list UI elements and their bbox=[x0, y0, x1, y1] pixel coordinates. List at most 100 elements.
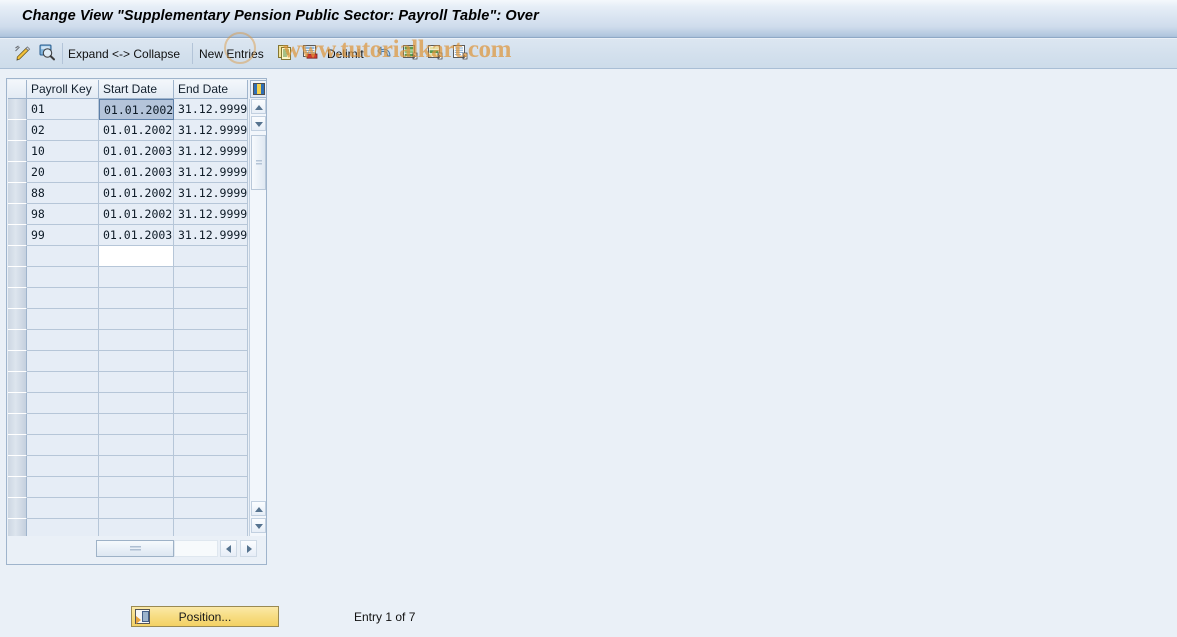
cell-payroll-key[interactable] bbox=[27, 267, 99, 288]
row-selector[interactable] bbox=[8, 225, 27, 246]
cell-payroll-key[interactable] bbox=[27, 246, 99, 267]
table-row[interactable] bbox=[8, 246, 248, 267]
column-settings-icon[interactable] bbox=[250, 80, 267, 98]
cell-start-date[interactable] bbox=[99, 351, 174, 372]
cell-end-date[interactable]: 31.12.9999 bbox=[174, 162, 248, 183]
table-row[interactable]: 02 01.01.2002 31.12.9999 bbox=[8, 120, 248, 141]
cell-end-date[interactable] bbox=[174, 435, 248, 456]
cell-start-date[interactable] bbox=[99, 435, 174, 456]
cell-end-date[interactable]: 31.12.9999 bbox=[174, 183, 248, 204]
cell-payroll-key[interactable] bbox=[27, 393, 99, 414]
delete-button[interactable] bbox=[302, 39, 319, 68]
table-row[interactable] bbox=[8, 435, 248, 456]
display-change-button[interactable] bbox=[14, 39, 32, 68]
row-selector[interactable] bbox=[8, 183, 27, 204]
cell-end-date[interactable] bbox=[174, 372, 248, 393]
deselect-all-button[interactable] bbox=[452, 39, 469, 68]
scroll-down-button[interactable] bbox=[251, 116, 266, 131]
row-selector[interactable] bbox=[8, 498, 27, 519]
hscroll-thumb[interactable] bbox=[96, 540, 174, 557]
table-row[interactable] bbox=[8, 267, 248, 288]
column-header-start-date[interactable]: Start Date bbox=[99, 80, 174, 99]
cell-payroll-key[interactable] bbox=[27, 414, 99, 435]
table-row[interactable]: 01 01.01.2002 31.12.9999 bbox=[8, 99, 248, 120]
table-row[interactable]: 88 01.01.2002 31.12.9999 bbox=[8, 183, 248, 204]
cell-end-date[interactable] bbox=[174, 330, 248, 351]
table-vertical-scrollbar[interactable] bbox=[249, 99, 266, 555]
cell-payroll-key[interactable]: 01 bbox=[27, 99, 99, 120]
expand-collapse-button[interactable]: Expand <-> Collapse bbox=[68, 39, 180, 68]
cell-start-date[interactable] bbox=[99, 477, 174, 498]
column-header-select[interactable] bbox=[8, 80, 27, 99]
cell-end-date[interactable]: 31.12.9999 bbox=[174, 204, 248, 225]
cell-end-date[interactable]: 31.12.9999 bbox=[174, 141, 248, 162]
row-selector[interactable] bbox=[8, 372, 27, 393]
table-row[interactable] bbox=[8, 456, 248, 477]
scroll-thumb[interactable] bbox=[251, 135, 266, 190]
cell-start-date[interactable]: 01.01.2003 bbox=[99, 162, 174, 183]
cell-payroll-key[interactable]: 88 bbox=[27, 183, 99, 204]
table-row[interactable] bbox=[8, 309, 248, 330]
row-selector[interactable] bbox=[8, 204, 27, 225]
cell-start-date[interactable] bbox=[99, 288, 174, 309]
cell-end-date[interactable]: 31.12.9999 bbox=[174, 225, 248, 246]
row-selector[interactable] bbox=[8, 330, 27, 351]
column-header-payroll-key[interactable]: Payroll Key bbox=[27, 80, 99, 99]
scroll-up-button[interactable] bbox=[251, 99, 266, 114]
table-row[interactable]: 10 01.01.2003 31.12.9999 bbox=[8, 141, 248, 162]
cell-payroll-key[interactable] bbox=[27, 477, 99, 498]
cell-end-date[interactable] bbox=[174, 246, 248, 267]
row-selector[interactable] bbox=[8, 267, 27, 288]
cell-payroll-key[interactable] bbox=[27, 351, 99, 372]
table-horizontal-scrollbar[interactable] bbox=[8, 536, 266, 563]
row-selector[interactable] bbox=[8, 456, 27, 477]
cell-end-date[interactable] bbox=[174, 498, 248, 519]
row-selector[interactable] bbox=[8, 393, 27, 414]
cell-start-date[interactable]: 01.01.2002 bbox=[99, 99, 174, 120]
table-row[interactable]: 99 01.01.2003 31.12.9999 bbox=[8, 225, 248, 246]
cell-payroll-key[interactable] bbox=[27, 456, 99, 477]
cell-payroll-key[interactable]: 99 bbox=[27, 225, 99, 246]
cell-start-date[interactable]: 01.01.2003 bbox=[99, 225, 174, 246]
cell-start-date[interactable] bbox=[99, 372, 174, 393]
new-entries-button[interactable]: New Entries bbox=[199, 39, 264, 68]
cell-payroll-key[interactable]: 02 bbox=[27, 120, 99, 141]
row-selector[interactable] bbox=[8, 141, 27, 162]
hscroll-track[interactable] bbox=[174, 540, 218, 557]
cell-end-date[interactable] bbox=[174, 414, 248, 435]
cell-start-date[interactable] bbox=[99, 498, 174, 519]
row-selector[interactable] bbox=[8, 351, 27, 372]
table-row[interactable] bbox=[8, 393, 248, 414]
cell-payroll-key[interactable]: 20 bbox=[27, 162, 99, 183]
cell-payroll-key[interactable] bbox=[27, 435, 99, 456]
row-selector[interactable] bbox=[8, 309, 27, 330]
row-selector[interactable] bbox=[8, 120, 27, 141]
cell-start-date[interactable] bbox=[99, 246, 174, 267]
scroll-right-button[interactable] bbox=[240, 540, 257, 557]
cell-payroll-key[interactable] bbox=[27, 372, 99, 393]
cell-start-date[interactable]: 01.01.2002 bbox=[99, 183, 174, 204]
row-selector[interactable] bbox=[8, 435, 27, 456]
cell-end-date[interactable] bbox=[174, 456, 248, 477]
row-selector[interactable] bbox=[8, 288, 27, 309]
cell-end-date[interactable] bbox=[174, 288, 248, 309]
row-selector[interactable] bbox=[8, 414, 27, 435]
undo-button[interactable] bbox=[377, 39, 394, 68]
table-row[interactable]: 98 01.01.2002 31.12.9999 bbox=[8, 204, 248, 225]
row-selector[interactable] bbox=[8, 99, 27, 120]
cell-end-date[interactable] bbox=[174, 309, 248, 330]
cell-start-date[interactable] bbox=[99, 414, 174, 435]
select-block-button[interactable] bbox=[427, 39, 444, 68]
cell-end-date[interactable] bbox=[174, 477, 248, 498]
cell-end-date[interactable] bbox=[174, 351, 248, 372]
cell-start-date[interactable] bbox=[99, 330, 174, 351]
page-up-button[interactable] bbox=[251, 501, 266, 516]
cell-end-date[interactable] bbox=[174, 393, 248, 414]
row-selector[interactable] bbox=[8, 162, 27, 183]
copy-as-button[interactable] bbox=[277, 39, 294, 68]
cell-payroll-key[interactable]: 10 bbox=[27, 141, 99, 162]
row-selector[interactable] bbox=[8, 477, 27, 498]
cell-start-date[interactable]: 01.01.2002 bbox=[99, 204, 174, 225]
cell-start-date[interactable] bbox=[99, 309, 174, 330]
cell-payroll-key[interactable] bbox=[27, 498, 99, 519]
